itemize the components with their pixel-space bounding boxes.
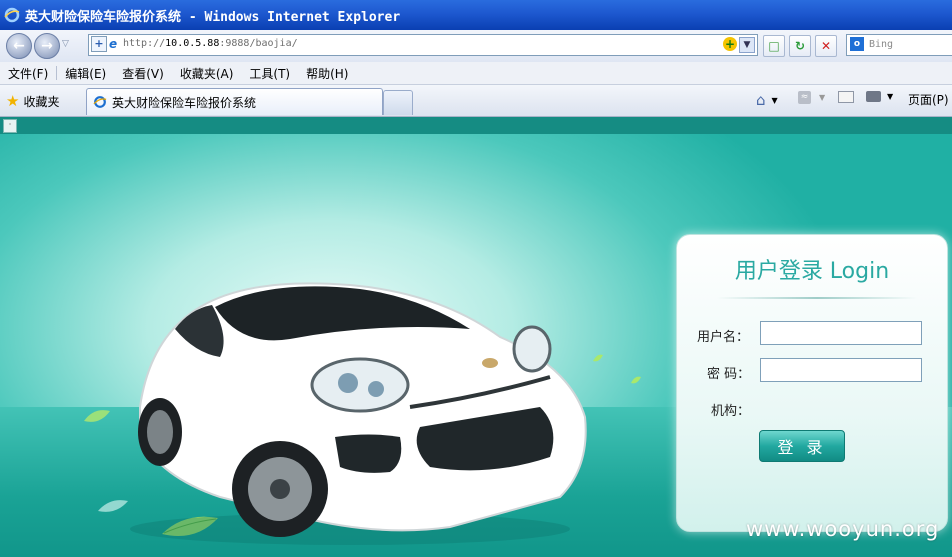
window-title-cn: 英大财险保险车险报价系统 — [25, 9, 182, 25]
address-url[interactable]: http://10.0.5.88:9888/baojia/ — [123, 38, 298, 49]
login-panel: 用户登录 Login 用户名： 密 码： 机构： 登 录 — [676, 234, 948, 532]
bing-icon: o — [850, 37, 864, 51]
tab-ie-icon — [93, 96, 107, 108]
page-menu-label: 页面(P) — [908, 93, 949, 107]
leaf-icon — [84, 410, 110, 422]
username-input[interactable] — [760, 321, 922, 345]
new-tab-button[interactable] — [383, 90, 413, 115]
forward-button[interactable]: → — [34, 33, 60, 59]
page-header-strip: · — [0, 117, 952, 134]
menu-tools[interactable]: 工具(T) — [241, 65, 298, 82]
chevron-down-icon: ▼ — [819, 93, 826, 102]
window-title-app: Windows Internet Explorer — [204, 9, 401, 25]
password-label: 密 码： — [707, 367, 751, 382]
addon-plus-icon[interactable]: + — [723, 37, 737, 51]
back-button[interactable]: ← — [6, 33, 32, 59]
frame-toggle-icon[interactable]: · — [3, 119, 17, 133]
password-input[interactable] — [760, 358, 922, 382]
username-label: 用户名： — [697, 330, 750, 345]
history-dropdown-icon[interactable]: ▽ — [62, 39, 69, 49]
compat-view-icon[interactable]: + — [91, 36, 107, 52]
login-title: 用户登录 Login — [734, 259, 890, 284]
address-field[interactable]: + e http://10.0.5.88:9888/baojia/ + ▼ — [88, 34, 758, 56]
sports-car-illustration — [130, 282, 587, 545]
star-icon: ★ — [6, 92, 20, 110]
favorites-button[interactable]: ★ 收藏夹 — [6, 92, 59, 110]
org-label: 机构： — [711, 404, 751, 419]
menu-help[interactable]: 帮助(H) — [298, 65, 356, 82]
tab-label: 英大财险保险车险报价系统 — [112, 95, 257, 110]
window-title-sep: - — [181, 9, 205, 25]
search-input[interactable]: o Bing — [846, 34, 952, 56]
address-bar-row: ← → ▽ + e http://10.0.5.88:9888/baojia/ … — [0, 30, 952, 63]
home-icon: ⌂ — [756, 91, 766, 109]
url-scheme: http:// — [123, 38, 166, 49]
back-arrow-icon: ← — [13, 38, 25, 54]
stop-button[interactable]: ✕ — [815, 35, 837, 57]
address-dropdown-icon[interactable]: ▼ — [739, 37, 755, 53]
forward-arrow-icon: → — [41, 38, 53, 54]
title-divider — [717, 297, 917, 299]
menu-view[interactable]: 查看(V) — [114, 65, 172, 82]
print-button[interactable]: ▼ — [866, 91, 893, 102]
chevron-down-icon: ▼ — [887, 92, 894, 101]
chevron-down-icon: ▼ — [771, 95, 778, 105]
ie-logo-icon — [4, 7, 20, 23]
home-button[interactable]: ⌂ ▼ — [756, 91, 778, 109]
page-ie-icon: e — [109, 37, 118, 51]
url-path: :9888/baojia/ — [219, 38, 298, 49]
menu-bar: 文件(F) 编辑(E) 查看(V) 收藏夹(A) 工具(T) 帮助(H) — [0, 62, 952, 85]
window-titlebar[interactable]: 英大财险保险车险报价系统 - Windows Internet Explorer — [0, 0, 952, 30]
tab-active[interactable]: 英大财险保险车险报价系统 — [86, 88, 383, 115]
url-host: 10.0.5.88 — [165, 38, 220, 49]
compat-button[interactable]: □ — [763, 35, 785, 57]
refresh-button[interactable]: ↻ — [789, 35, 811, 57]
window-title: 英大财险保险车险报价系统 - Windows Internet Explorer — [25, 6, 400, 25]
search-placeholder: Bing — [869, 39, 894, 50]
watermark-text: www.wooyun.org — [746, 517, 940, 541]
login-button[interactable]: 登 录 — [759, 430, 845, 462]
mail-icon — [838, 91, 854, 103]
favorites-label: 收藏夹 — [23, 94, 60, 109]
page-content: · 用户登录 Login 用户名： 密 码： 机构： 登 录 — [0, 117, 952, 557]
printer-icon — [866, 91, 881, 102]
menu-edit[interactable]: 编辑(E) — [57, 65, 114, 82]
feeds-button[interactable]: ≈ ▼ — [798, 91, 825, 104]
mail-button[interactable] — [838, 91, 854, 103]
page-menu-button[interactable]: 页面(P) — [908, 91, 949, 108]
close-icon: ✕ — [820, 39, 832, 53]
tab-bar: ★ 收藏夹 英大财险保险车险报价系统 ⌂ ▼ ≈ ▼ ▼ 页面(P) — [0, 85, 952, 117]
menu-favorites[interactable]: 收藏夹(A) — [172, 65, 242, 82]
page-refresh-icon: □ — [768, 39, 780, 53]
refresh-icon: ↻ — [794, 39, 806, 53]
rss-icon: ≈ — [798, 91, 811, 104]
menu-file[interactable]: 文件(F) — [0, 65, 56, 82]
leaf-icon — [631, 376, 641, 384]
